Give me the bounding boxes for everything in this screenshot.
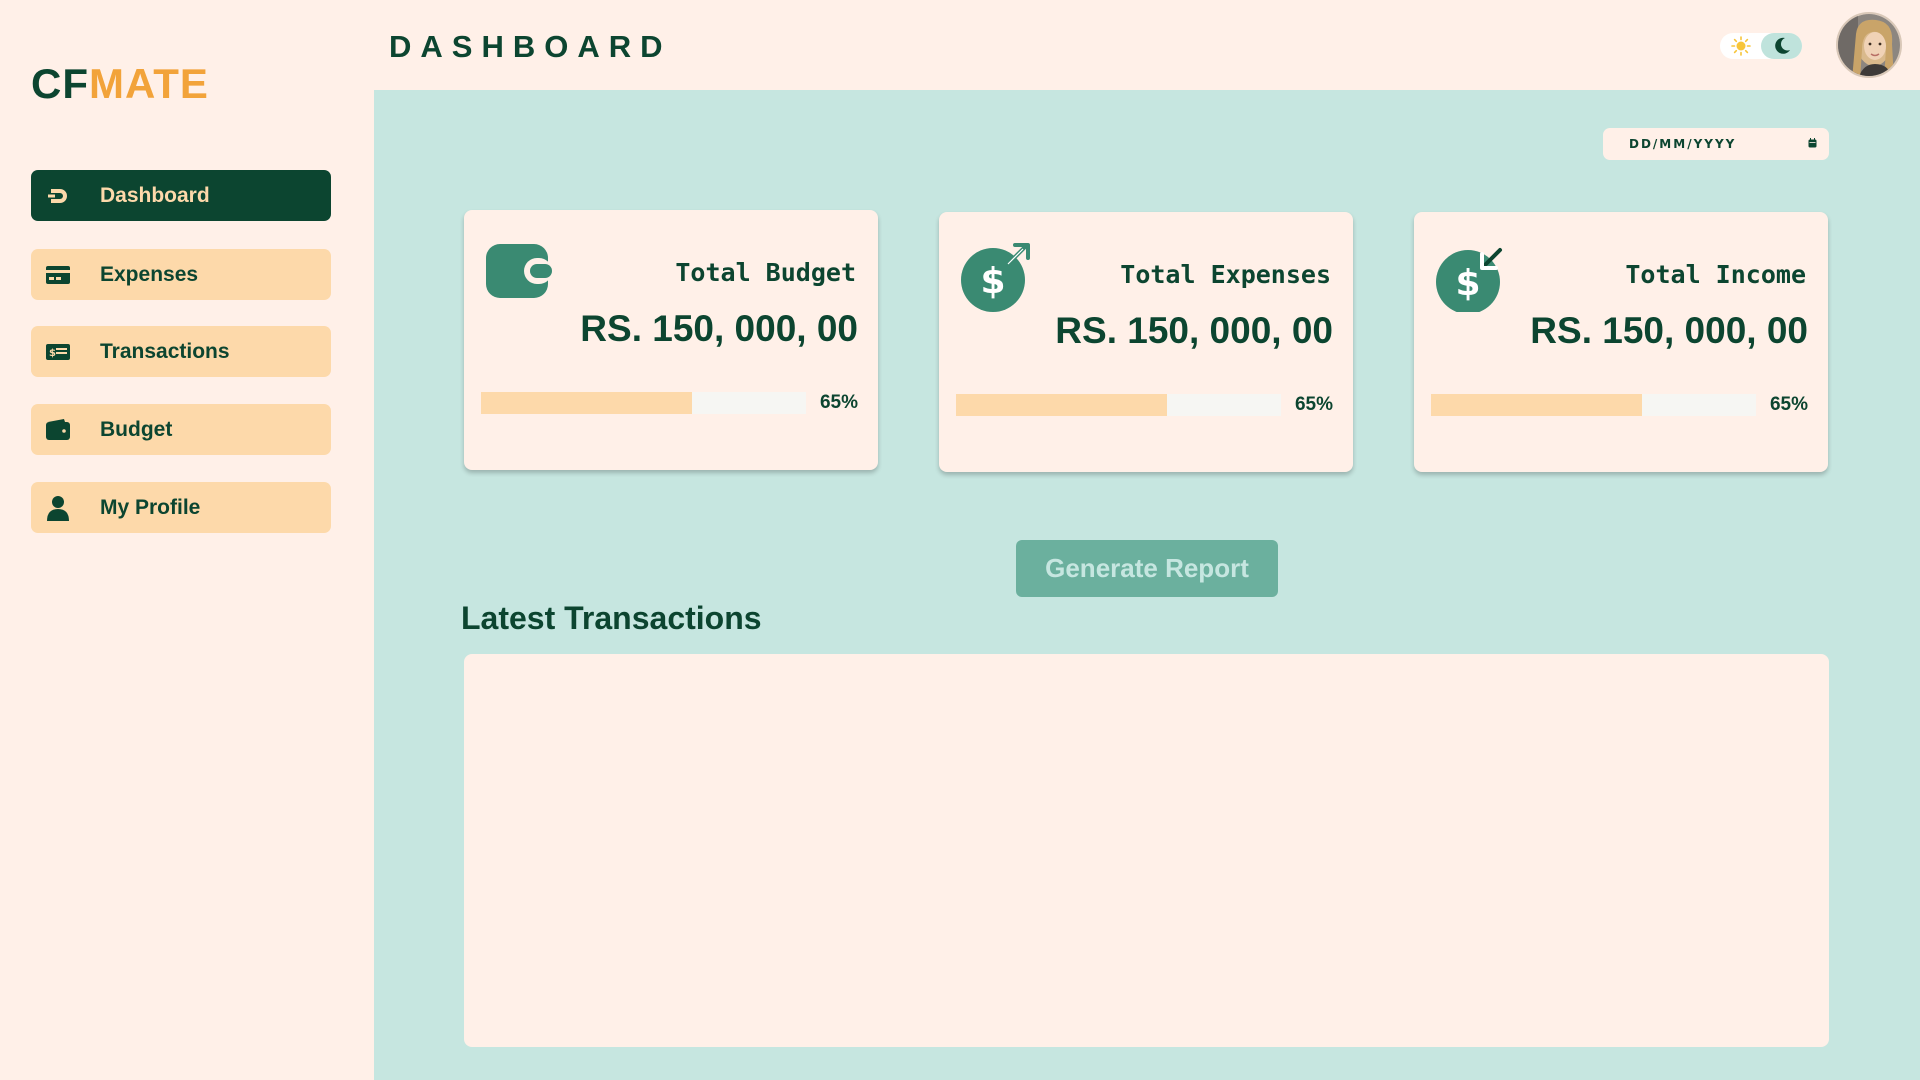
progress-bar-fill	[481, 392, 693, 414]
main-content: Total Budget RS. 150, 000, 00 65% $ Tota…	[374, 90, 1920, 1080]
progress-label: 65%	[819, 392, 858, 413]
progress-bar	[481, 392, 806, 414]
sidebar-item-transactions[interactable]: $ Transactions	[31, 326, 331, 377]
svg-text:$: $	[49, 348, 56, 359]
progress-label: 65%	[1769, 394, 1808, 415]
date-input[interactable]	[1629, 137, 1799, 151]
sidebar-item-budget[interactable]: Budget	[31, 404, 331, 455]
card-amount: RS. 150, 000, 00	[1530, 310, 1808, 351]
sidebar-item-label: Dashboard	[100, 183, 210, 207]
svg-text:$: $	[980, 261, 1005, 302]
card-title: Total Expenses	[1120, 260, 1331, 289]
sidebar-item-label: Expenses	[100, 262, 199, 286]
sidebar-item-my-profile[interactable]: My Profile	[31, 482, 331, 533]
logo-prefix: CF	[31, 60, 89, 107]
avatar[interactable]	[1836, 12, 1902, 78]
theme-toggle[interactable]	[1720, 33, 1802, 59]
progress-bar-fill	[956, 394, 1168, 416]
card-title: Total Budget	[675, 258, 856, 287]
total-expenses-card: $ Total Expenses RS. 150, 000, 00 65%	[939, 212, 1353, 472]
calendar-icon[interactable]	[1808, 135, 1817, 153]
progress-bar	[956, 394, 1281, 416]
sidebar-item-expenses[interactable]: Expenses	[31, 249, 331, 300]
sidebar-item-label: Budget	[100, 417, 173, 441]
user-icon	[45, 495, 71, 521]
credit-card-icon	[45, 262, 71, 288]
moon-icon[interactable]	[1761, 33, 1802, 59]
svg-text:$: $	[1455, 263, 1480, 304]
progress-label: 65%	[1294, 394, 1333, 415]
generate-report-button[interactable]: Generate Report	[1016, 540, 1278, 597]
card-title: Total Income	[1625, 260, 1806, 289]
date-filter[interactable]	[1603, 128, 1829, 160]
latest-transactions-title: Latest Transactions	[461, 600, 762, 636]
dashboard-icon	[45, 183, 71, 209]
page-title: DASHBOARD	[389, 29, 672, 64]
app-logo[interactable]: CFMATE	[31, 60, 209, 108]
progress-bar	[1431, 394, 1756, 416]
dollar-outgoing-icon: $	[961, 242, 1031, 312]
wallet-icon	[486, 240, 556, 310]
sidebar-item-label: My Profile	[100, 495, 201, 519]
logo-suffix: MATE	[89, 60, 209, 107]
sidebar: CFMATE Dashboard Expenses $ Transactions…	[0, 0, 374, 1080]
sun-icon[interactable]	[1720, 33, 1761, 59]
money-bill-icon: $	[45, 339, 71, 365]
card-amount: RS. 150, 000, 00	[1055, 310, 1333, 351]
card-amount: RS. 150, 000, 00	[580, 308, 858, 349]
wallet-icon	[45, 417, 71, 443]
latest-transactions-table	[464, 654, 1829, 1047]
total-budget-card: Total Budget RS. 150, 000, 00 65%	[464, 210, 878, 470]
sidebar-item-label: Transactions	[100, 339, 230, 363]
dollar-incoming-icon: $	[1436, 242, 1506, 314]
total-income-card: $ Total Income RS. 150, 000, 00 65%	[1414, 212, 1828, 472]
progress-bar-fill	[1431, 394, 1643, 416]
sidebar-item-dashboard[interactable]: Dashboard	[31, 170, 331, 221]
